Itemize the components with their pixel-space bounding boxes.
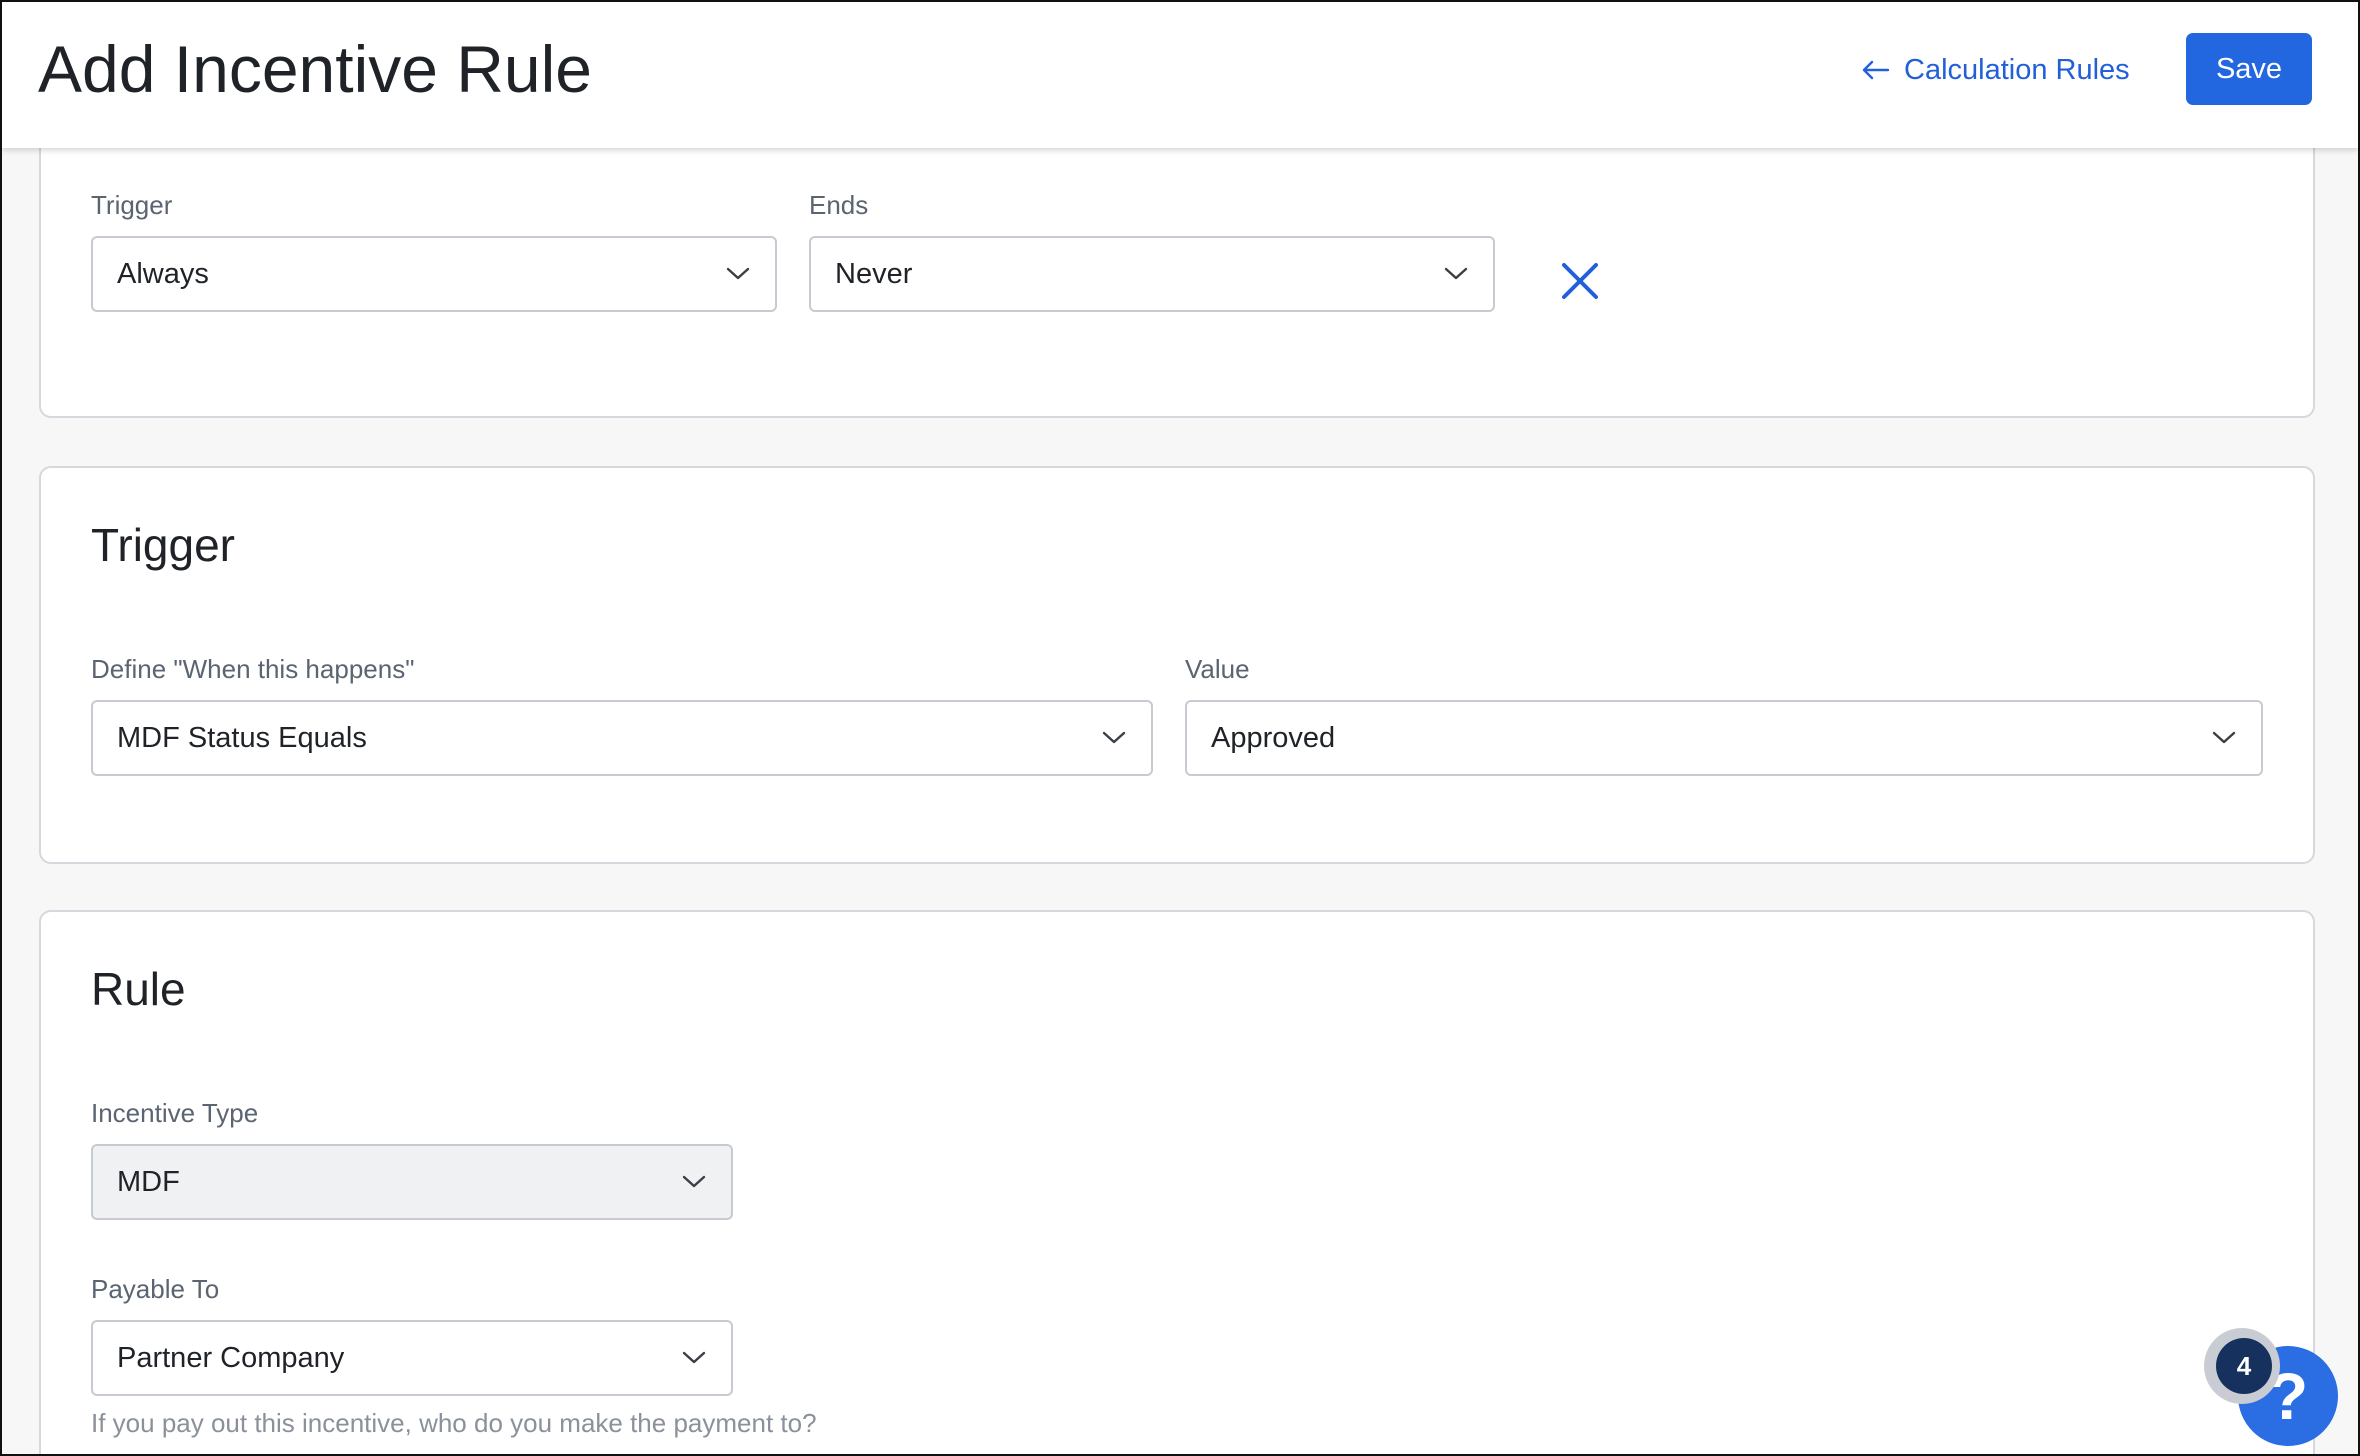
trigger-card: Trigger Define "When this happens" MDF S… xyxy=(39,466,2315,864)
define-when-label: Define "When this happens" xyxy=(91,654,415,684)
define-when-select[interactable]: MDF Status Equals xyxy=(91,700,1153,776)
incentive-type-select-value: MDF xyxy=(117,1166,180,1198)
back-to-calculation-rules-link[interactable]: Calculation Rules xyxy=(1862,48,2130,92)
payable-to-select-value: Partner Company xyxy=(117,1342,345,1374)
chevron-down-icon xyxy=(1102,731,1126,744)
app-window: Add Incentive Rule Calculation Rules Sav… xyxy=(0,0,2360,1456)
incentive-type-select[interactable]: MDF xyxy=(91,1144,733,1220)
trigger-select[interactable]: Always xyxy=(91,236,777,312)
notification-badge[interactable]: 4 xyxy=(2216,1338,2272,1394)
value-select-value: Approved xyxy=(1211,722,1336,754)
payable-to-select[interactable]: Partner Company xyxy=(91,1320,733,1396)
ends-select-value: Never xyxy=(835,258,913,290)
chevron-down-icon xyxy=(682,1351,706,1364)
arrow-left-icon xyxy=(1862,60,1890,80)
trigger-label: Trigger xyxy=(91,190,173,220)
ends-select[interactable]: Never xyxy=(809,236,1495,312)
schedule-card: Trigger Always Ends Never xyxy=(39,112,2315,418)
close-icon[interactable] xyxy=(1560,261,1600,301)
trigger-select-value: Always xyxy=(117,258,209,290)
rule-section-title: Rule xyxy=(91,963,186,1015)
help-widget: ? 4 xyxy=(2202,1328,2342,1448)
ends-label: Ends xyxy=(809,190,869,220)
define-when-select-value: MDF Status Equals xyxy=(117,722,367,754)
page-header: Add Incentive Rule Calculation Rules Sav… xyxy=(2,2,2358,148)
trigger-section-title: Trigger xyxy=(91,519,235,571)
chevron-down-icon xyxy=(726,267,750,280)
incentive-type-label: Incentive Type xyxy=(91,1098,259,1128)
chevron-down-icon xyxy=(1444,267,1468,280)
chevron-down-icon xyxy=(682,1175,706,1188)
value-label: Value xyxy=(1185,654,1250,684)
notification-badge-ring: 4 xyxy=(2204,1328,2280,1404)
value-select[interactable]: Approved xyxy=(1185,700,2263,776)
save-button[interactable]: Save xyxy=(2186,33,2312,105)
payable-to-label: Payable To xyxy=(91,1274,220,1304)
rule-card: Rule Incentive Type MDF Payable To Partn… xyxy=(39,910,2315,1454)
chevron-down-icon xyxy=(2212,731,2236,744)
page-title: Add Incentive Rule xyxy=(38,32,593,106)
back-link-label: Calculation Rules xyxy=(1904,53,2130,86)
payable-to-helper-text: If you pay out this incentive, who do yo… xyxy=(91,1408,817,1438)
